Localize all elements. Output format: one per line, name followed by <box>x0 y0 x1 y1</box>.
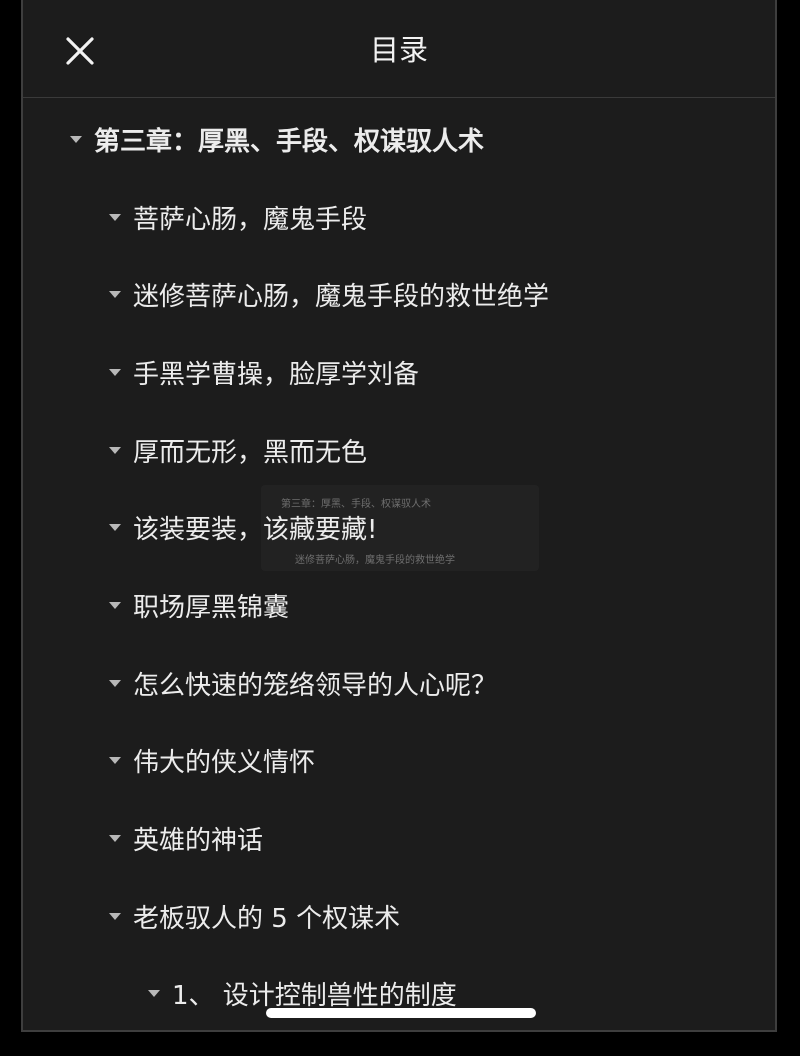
toc-item-label: 英雄的神话 <box>133 825 264 856</box>
toc-item-label: 伟大的侠义情怀 <box>133 747 316 778</box>
caret-down-icon <box>70 135 82 143</box>
toc-item[interactable]: 职场厚黑锦囊 <box>109 583 289 627</box>
toc-item[interactable]: 英雄的神话 <box>109 816 263 860</box>
caret-down-icon <box>109 834 121 842</box>
toc-item[interactable]: 该装要装，该藏要藏! <box>109 505 377 549</box>
toc-item[interactable]: 伟大的侠义情怀 <box>109 738 315 782</box>
caret-down-icon <box>148 989 160 997</box>
toc-item[interactable]: 老板驭人的 5 个权谋术 <box>109 894 400 938</box>
toc-chapter[interactable]: 第三章：厚黑、手段、权谋驭人术 <box>70 117 484 161</box>
toc-item-label: 迷修菩萨心肠，魔鬼手段的救世绝学 <box>133 281 550 312</box>
toc-panel: 目录 第三章：厚黑、手段、权谋驭人术 菩萨心肠，魔鬼手段 迷修菩萨心肠，魔鬼手段… <box>21 0 777 1032</box>
caret-down-icon <box>109 368 121 376</box>
caret-down-icon <box>109 213 121 221</box>
toc-item-label: 该装要装，该藏要藏! <box>133 514 378 545</box>
toc-item-label: 菩萨心肠，魔鬼手段 <box>133 204 368 235</box>
toc-item[interactable]: 菩萨心肠，魔鬼手段 <box>109 195 367 239</box>
toc-item-label: 职场厚黑锦囊 <box>133 592 290 623</box>
page-title: 目录 <box>369 33 428 67</box>
caret-down-icon <box>109 523 121 531</box>
toc-item[interactable]: 手黑学曹操，脸厚学刘备 <box>109 350 419 394</box>
toc-item[interactable]: 怎么快速的笼络领导的人心呢？ <box>109 661 497 705</box>
caret-down-icon <box>109 912 121 920</box>
toc-item-label: 怎么快速的笼络领导的人心呢？ <box>133 670 498 701</box>
toc-item-label: 手黑学曹操，脸厚学刘备 <box>133 359 420 390</box>
toc-item-label: 老板驭人的 5 个权谋术 <box>133 903 401 934</box>
caret-down-icon <box>109 290 121 298</box>
toc-item[interactable]: 厚而无形，黑而无色 <box>109 428 367 472</box>
caret-down-icon <box>109 601 121 609</box>
toc-subitem-label: 1、 设计控制兽性的制度 <box>172 980 457 1011</box>
caret-down-icon <box>109 679 121 687</box>
toc-item[interactable]: 迷修菩萨心肠，魔鬼手段的救世绝学 <box>109 272 549 316</box>
drag-preview-line: 迷修菩萨心肠，魔鬼手段的救世绝学 <box>295 555 455 566</box>
home-indicator[interactable] <box>266 1008 536 1018</box>
caret-down-icon <box>109 756 121 764</box>
toc-header: 目录 <box>23 0 775 98</box>
toc-item-label: 厚而无形，黑而无色 <box>133 437 368 468</box>
caret-down-icon <box>109 446 121 454</box>
toc-chapter-label: 第三章：厚黑、手段、权谋驭人术 <box>94 126 485 157</box>
